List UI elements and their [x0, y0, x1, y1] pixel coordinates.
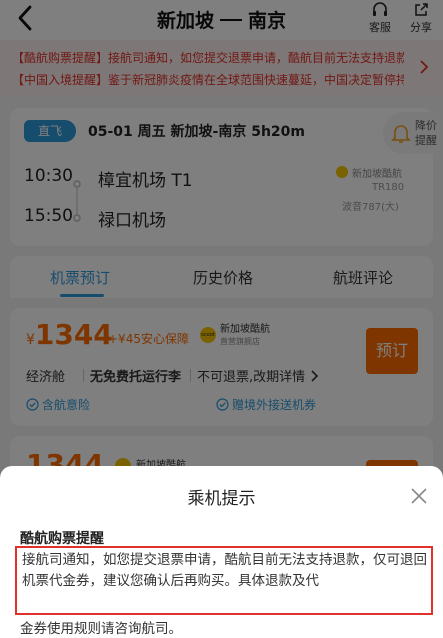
sheet-heading: 酷航购票提醒 [20, 531, 104, 547]
notice-continuation: 金券使用规则请咨询航司。 [20, 621, 182, 637]
close-icon[interactable] [410, 487, 428, 505]
boarding-tips-sheet: 乘机提示 酷航购票提醒 接航司通知，如您提交退票申请，酷航目前无法支持退款，仅可… [0, 466, 443, 638]
sheet-title: 乘机提示 [187, 489, 256, 509]
highlighted-notice: 接航司通知，如您提交退票申请，酷航目前无法支持退款，仅可退回机票代金券，建议您确… [15, 546, 433, 615]
